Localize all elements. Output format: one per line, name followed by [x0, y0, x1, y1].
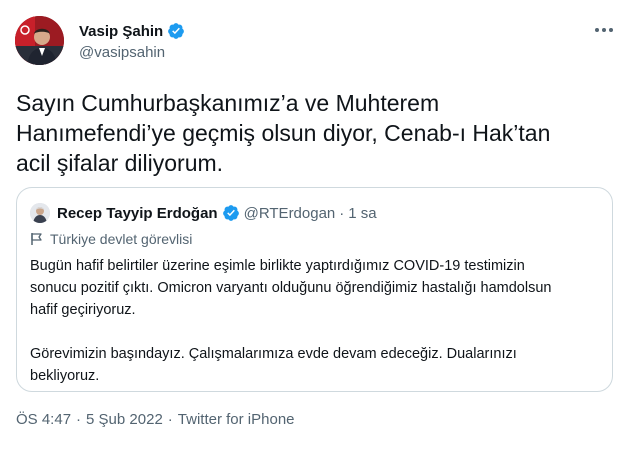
- separator-dot: ·: [339, 204, 345, 222]
- quoted-tweet-header: Recep Tayyip Erdoğan @RTErdogan · 1 sa: [57, 204, 377, 222]
- author-name-text[interactable]: Vasip Şahin: [79, 23, 163, 40]
- government-label-text: Türkiye devlet görevlisi: [50, 231, 193, 247]
- quoted-text-line: Görevimizin başındayız. Çalışmalarımıza …: [30, 346, 517, 362]
- author-name[interactable]: Vasip Şahin: [79, 22, 185, 40]
- quoted-text-line: bekliyoruz.: [30, 368, 100, 384]
- quoted-text-line: [30, 321, 600, 343]
- tweet-date[interactable]: 5 Şub 2022: [86, 411, 163, 428]
- quoted-text-line: sonucu pozitif çıktı. Omicron varyantı o…: [30, 280, 552, 296]
- flag-icon: [31, 233, 42, 245]
- quoted-tweet-text: Bugün hafif belirtiler üzerine eşimle bi…: [30, 255, 600, 387]
- author-avatar[interactable]: [15, 16, 64, 65]
- separator-dot: ·: [167, 411, 173, 428]
- quoted-author-avatar[interactable]: [30, 203, 50, 223]
- tweet-text-line: Hanımefendi’ye geçmiş olsun diyor, Cenab…: [16, 120, 551, 146]
- tweet-text: Sayın Cumhurbaşkanımız’a ve Muhterem Han…: [16, 88, 616, 178]
- quoted-text-line: Bugün hafif belirtiler üzerine eşimle bi…: [30, 258, 525, 274]
- tweet-text-line: acil şifalar diliyorum.: [16, 150, 224, 176]
- author-handle[interactable]: @vasipsahin: [79, 44, 165, 61]
- more-options-button[interactable]: [590, 20, 618, 40]
- tweet-source[interactable]: Twitter for iPhone: [178, 411, 295, 428]
- verified-badge-icon: [222, 204, 240, 222]
- tweet-card: Vasip Şahin @vasipsahin Sayın Cumhurbaşk…: [0, 0, 635, 452]
- government-label: Türkiye devlet görevlisi: [30, 231, 192, 247]
- quoted-author-handle[interactable]: @RTErdogan: [244, 205, 336, 222]
- quoted-author-name[interactable]: Recep Tayyip Erdoğan: [57, 205, 218, 222]
- verified-badge-icon: [167, 22, 185, 40]
- tweet-text-line: Sayın Cumhurbaşkanımız’a ve Muhterem: [16, 90, 440, 116]
- separator-dot: ·: [76, 411, 82, 428]
- tweet-time[interactable]: ÖS 4:47: [16, 411, 71, 428]
- quoted-tweet-time[interactable]: 1 sa: [348, 205, 376, 222]
- quoted-text-line: hafif geçiriyoruz.: [30, 302, 136, 318]
- more-options-icon: [595, 28, 613, 32]
- tweet-meta: ÖS 4:47 · 5 Şub 2022 · Twitter for iPhon…: [16, 411, 295, 428]
- quoted-tweet[interactable]: Recep Tayyip Erdoğan @RTErdogan · 1 sa T…: [16, 187, 613, 392]
